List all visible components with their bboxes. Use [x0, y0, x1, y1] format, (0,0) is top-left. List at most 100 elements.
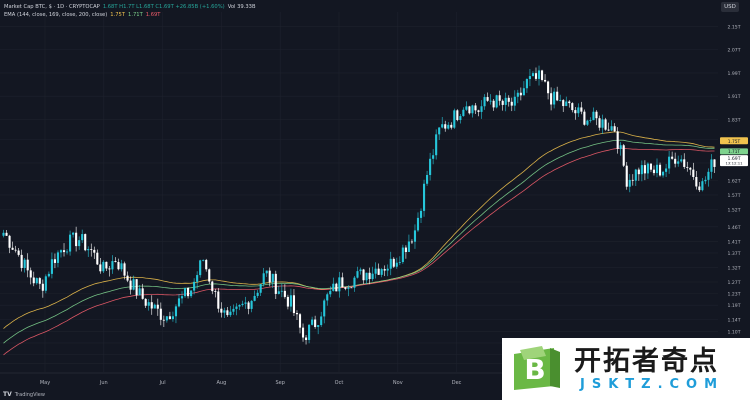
candle-body: [214, 291, 217, 292]
candle-body: [601, 119, 604, 128]
x-tick-label: Jul: [159, 380, 166, 386]
candle-body: [401, 247, 404, 263]
candle-body: [516, 92, 519, 97]
y-tick-label: 1.19T: [727, 303, 740, 309]
candle-body: [75, 232, 78, 247]
candle-body: [29, 270, 32, 278]
price-labels: 1.69T13:12:111.75T1.71T: [720, 137, 748, 167]
y-tick-label: 1.46T: [727, 225, 740, 231]
tradingview-logo[interactable]: TV TradingView: [3, 391, 45, 398]
candle-body: [244, 302, 247, 304]
candle-body: [598, 118, 601, 128]
y-tick-label: 1.83T: [727, 117, 740, 123]
brand-logo-icon: B: [510, 346, 562, 392]
candle-body: [268, 270, 271, 283]
candle-body: [413, 230, 417, 242]
candle-body: [332, 283, 335, 291]
ema-144-line: [3, 131, 715, 329]
candle-body: [8, 235, 11, 248]
candle-body: [47, 273, 50, 277]
candle-body: [371, 273, 374, 280]
watermark-banner: B 开拓者奇点 JSKTZ.COM: [502, 338, 750, 400]
candle-body: [498, 95, 501, 101]
candle-body: [383, 269, 386, 271]
candle-body: [265, 270, 268, 274]
candle-body: [156, 304, 159, 309]
candle-body: [501, 100, 504, 105]
y-tick-label: 1.91T: [727, 94, 740, 100]
ema-200-line: [3, 147, 715, 356]
candle-body: [338, 277, 341, 292]
candle-body: [298, 314, 302, 328]
candle-body: [444, 124, 447, 129]
y-tick-label: 1.14T: [727, 318, 740, 324]
candle-body: [668, 156, 671, 169]
candle-body: [556, 91, 559, 101]
candle-body: [193, 281, 196, 291]
y-tick-label: 1.57T: [727, 193, 740, 199]
candle-body: [510, 101, 513, 106]
candle-body: [429, 158, 432, 175]
candle-body: [695, 176, 698, 187]
candle-body: [69, 234, 72, 252]
candle-body: [38, 278, 41, 284]
candle-body: [453, 110, 456, 128]
watermark-cn-text: 开拓者奇点: [574, 345, 719, 377]
candle-body: [35, 278, 38, 284]
candle-body: [117, 262, 120, 270]
candle-body: [78, 240, 81, 247]
candle-body: [341, 277, 344, 288]
ema-144-tag-value: 1.75T: [728, 139, 741, 145]
candle-body: [504, 97, 507, 105]
candle-body: [655, 164, 659, 174]
candle-body: [583, 111, 586, 125]
candle-body: [580, 107, 583, 112]
candle-body: [23, 259, 26, 268]
candle-body: [177, 298, 181, 307]
y-tick-label: 1.10T: [727, 329, 740, 335]
symbol-title[interactable]: Market Cap BTC, $ · 1D · CRYPTOCAP: [4, 3, 100, 11]
candle-body: [380, 269, 383, 275]
candle-body: [199, 260, 202, 276]
candle-body: [622, 145, 625, 166]
candle-body: [592, 111, 595, 121]
candle-body: [187, 287, 190, 297]
x-tick-label: Jun: [99, 380, 108, 386]
candle-body: [540, 70, 544, 80]
candle-body: [586, 120, 589, 125]
candle-body: [450, 124, 453, 128]
candle-body: [477, 110, 480, 112]
currency-button[interactable]: USD: [721, 2, 739, 12]
ema-200-value: 1.69T: [145, 12, 161, 18]
candle-body: [607, 129, 610, 131]
candle-body: [680, 159, 683, 162]
candle-body: [392, 258, 395, 267]
candle-body: [72, 232, 75, 235]
candle-body: [108, 268, 111, 270]
candle-body: [87, 249, 90, 251]
candle-body: [480, 106, 483, 112]
x-tick-label: Nov: [393, 380, 403, 386]
candle-body: [238, 304, 241, 307]
x-tick-label: Aug: [217, 380, 227, 386]
x-tick-label: Oct: [335, 380, 344, 386]
candle-body: [304, 337, 308, 340]
candle-body: [2, 232, 5, 236]
ema-indicator-label[interactable]: EMA (144, close, 169, close, 200, close): [4, 11, 107, 19]
candle-body: [211, 281, 214, 292]
y-tick-label: 1.27T: [727, 280, 740, 286]
candle-body: [553, 91, 556, 105]
candle-body: [595, 111, 598, 119]
candle-body: [432, 155, 435, 159]
candle-body: [111, 261, 114, 270]
candle-body: [528, 76, 531, 80]
candle-body: [226, 310, 229, 316]
candle-body: [362, 269, 365, 281]
candle-body: [159, 308, 162, 320]
tradingview-logo-mark: TV: [3, 391, 12, 398]
candle-body: [250, 300, 253, 309]
candle-body: [559, 100, 562, 101]
y-tick-label: 1.62T: [727, 178, 740, 184]
candle-body: [120, 263, 123, 270]
candle-body: [180, 296, 184, 299]
